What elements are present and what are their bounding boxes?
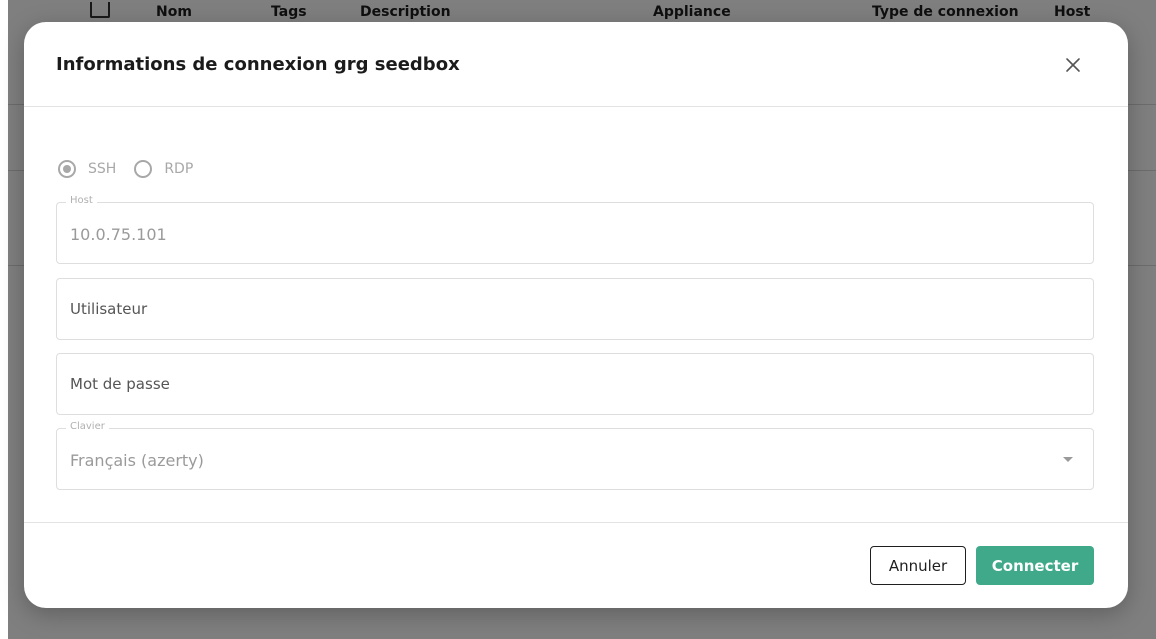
connection-dialog: Informations de connexion grg seedbox SS… (24, 22, 1128, 608)
host-field-label: Host (66, 195, 97, 206)
keyboard-select[interactable]: Clavier Français (azerty) (56, 421, 1094, 490)
keyboard-select-label: Clavier (66, 421, 109, 432)
radio-rdp-label: RDP (164, 161, 194, 177)
protocol-radio-group: SSH RDP (58, 160, 211, 178)
password-field-placeholder: Mot de passe (70, 375, 170, 393)
connect-button[interactable]: Connecter (976, 546, 1094, 585)
radio-ssh[interactable]: SSH (58, 160, 116, 178)
header-divider (24, 106, 1128, 107)
keyboard-select-value: Français (azerty) (70, 451, 204, 470)
dropdown-arrow-icon[interactable] (1063, 457, 1073, 462)
radio-ssh-indicator[interactable] (58, 160, 76, 178)
dialog-title: Informations de connexion grg seedbox (56, 54, 460, 75)
cancel-button[interactable]: Annuler (870, 546, 966, 585)
host-field[interactable]: Host 10.0.75.101 (56, 195, 1094, 264)
close-icon (1066, 58, 1080, 72)
radio-rdp-indicator[interactable] (134, 160, 153, 178)
password-field[interactable]: Mot de passe (56, 353, 1094, 415)
user-field-placeholder: Utilisateur (70, 300, 148, 318)
left-edge (0, 0, 8, 639)
user-field[interactable]: Utilisateur (56, 278, 1094, 340)
radio-ssh-label: SSH (88, 161, 117, 177)
radio-rdp[interactable]: RDP (134, 160, 193, 178)
host-field-value: 10.0.75.101 (70, 225, 167, 244)
close-button[interactable] (1060, 52, 1086, 78)
footer-divider (24, 522, 1128, 523)
